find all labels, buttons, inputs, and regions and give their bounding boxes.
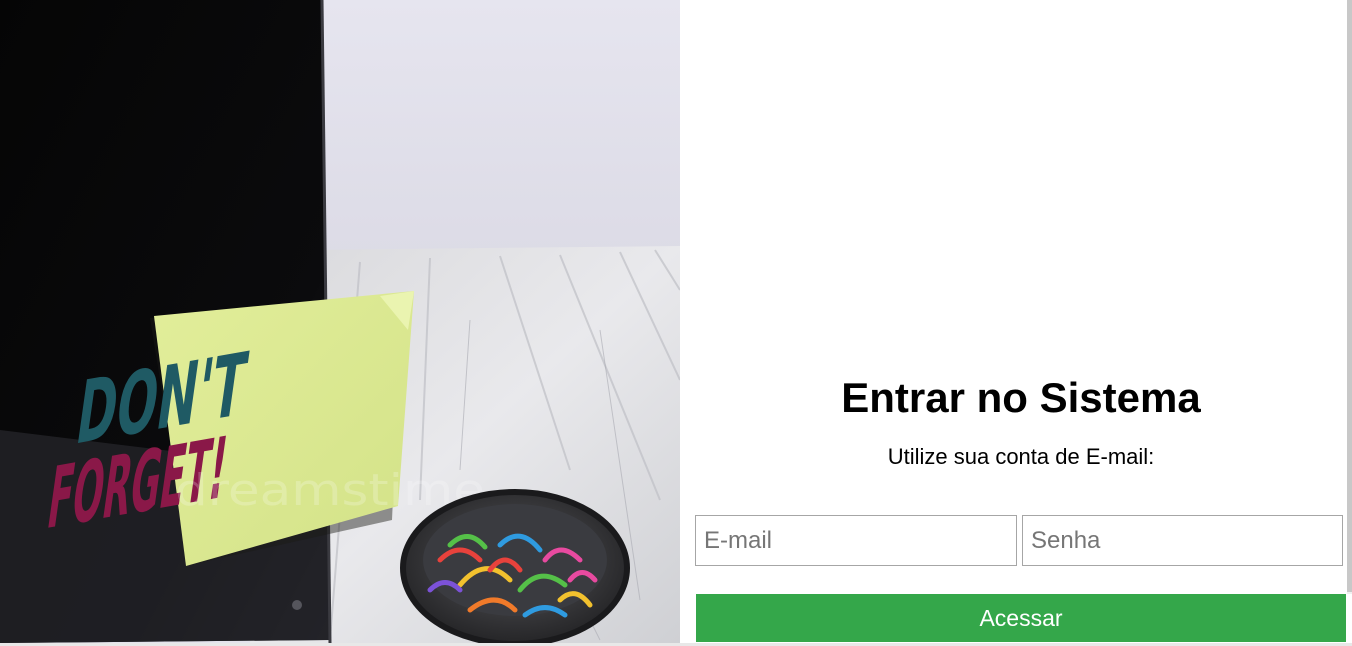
page-scrollbar[interactable] [1347,0,1352,594]
scrollbar-thumb[interactable] [1347,0,1352,592]
submit-button[interactable]: Acessar [696,594,1346,642]
hero-photo: DON'T FORGET! dreamstime [0,0,680,643]
login-page: DON'T FORGET! dreamstime [0,0,1352,646]
password-field[interactable] [1022,515,1343,566]
login-subtitle: Utilize sua conta de E-mail: [887,444,1155,469]
page-title: Entrar no Sistema [841,374,1201,421]
email-field[interactable] [695,515,1017,566]
hero-photo-illustration: DON'T FORGET! dreamstime [0,0,680,643]
watermark: dreamstime [175,465,485,516]
